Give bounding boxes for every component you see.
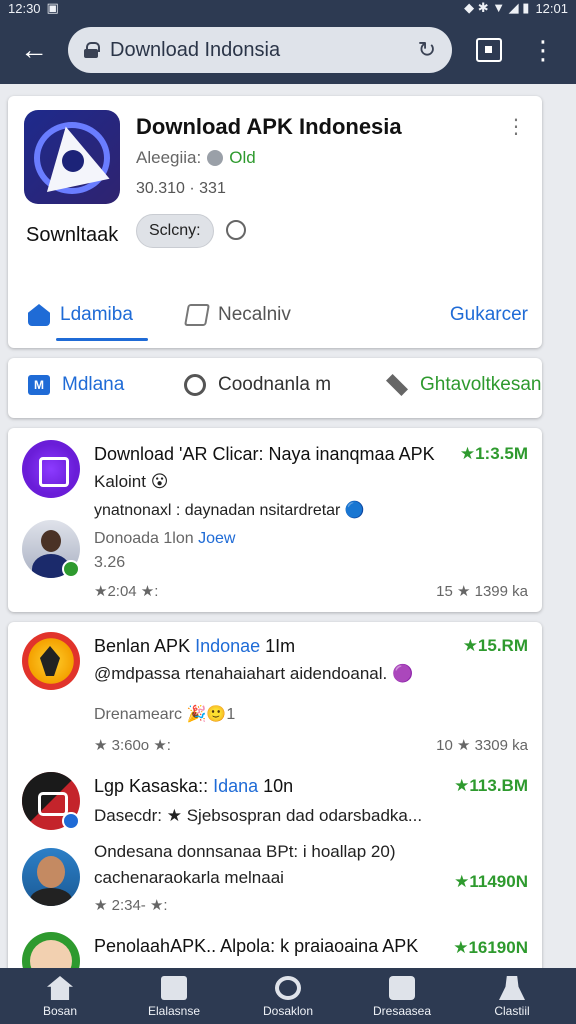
item-size: ★11490N bbox=[454, 872, 528, 891]
item-line: Kaloint 😮 bbox=[94, 472, 169, 491]
app-icon bbox=[22, 632, 80, 690]
status-clock-right: 12:01 bbox=[535, 0, 568, 16]
developer-label: Aleegiia: bbox=[136, 148, 202, 167]
tab-label: Necalniv bbox=[218, 304, 291, 325]
item-size: ★113.BM bbox=[454, 776, 528, 795]
result-card-2: Benlan APK Indonae 1Im ★15.RM @mdpassa r… bbox=[8, 622, 542, 1022]
home-icon bbox=[28, 304, 50, 326]
app-logo bbox=[24, 110, 120, 204]
category-label: Ghtavoltkesan bbox=[420, 374, 542, 395]
back-arrow-icon[interactable]: ← bbox=[16, 32, 52, 68]
item-line: Ondesana donnsanaa BPt: i hoallap 20) bbox=[94, 842, 396, 861]
item-line: Dasecdr: ★ Sjebsospran dad odarsbadka... bbox=[94, 806, 423, 825]
globe-icon[interactable] bbox=[226, 220, 246, 240]
category-strip: M Mdlana Coodnanla m Ghtavoltkesan bbox=[8, 358, 542, 418]
edit-icon bbox=[184, 304, 210, 326]
lock-icon bbox=[84, 42, 100, 58]
nav-label: Dosaklon bbox=[262, 1004, 314, 1018]
nav-account[interactable]: Clastiil bbox=[462, 976, 562, 1018]
item-meta-right: 15 ★ 1399 ka bbox=[436, 583, 528, 600]
category-label: Coodnanla m bbox=[218, 374, 332, 395]
download-icon bbox=[275, 976, 301, 1000]
nav-updates[interactable]: Dresaasea bbox=[352, 976, 452, 1018]
item-title-highlight: Idana bbox=[213, 776, 259, 796]
bottom-navigation: Bosan Elalasnse Dosaklon Dresaasea Clast… bbox=[0, 968, 576, 1024]
nav-home[interactable]: Bosan bbox=[10, 976, 110, 1018]
item-title: PenolaahAPK.. Alpola: k praiaoaina APK bbox=[94, 936, 419, 956]
url-text: Download Indonsia bbox=[110, 38, 281, 61]
verified-icon bbox=[207, 150, 224, 166]
nav-label: Elalasnse bbox=[147, 1004, 201, 1018]
overflow-menu-icon[interactable]: ⋮ bbox=[530, 37, 556, 63]
updates-icon bbox=[389, 976, 415, 1000]
item-subtitle: Donoada 1lon Joew bbox=[94, 530, 235, 548]
item-size: ★15.RM bbox=[462, 636, 528, 655]
item-line: @mdpassa rtenahaiahart aidendoanal. 🟣 bbox=[94, 664, 414, 683]
item-title: Lgp Kasaska:: Idana 10n bbox=[94, 776, 293, 797]
item-meta-left: ★ 3:60o ★: bbox=[94, 737, 171, 754]
item-title-part: 1Im bbox=[260, 636, 296, 656]
reload-icon[interactable]: ↻ bbox=[418, 37, 436, 63]
app-subtitle: Sownltaak bbox=[26, 224, 119, 246]
nav-categories[interactable]: Elalasnse bbox=[124, 976, 224, 1018]
item-title: Download 'AR Clicar: Naya inanqmaa APK bbox=[94, 444, 435, 464]
active-tab-indicator bbox=[56, 338, 148, 341]
result-card-1[interactable]: Download 'AR Clicar: Naya inanqmaa APK ★… bbox=[8, 428, 542, 612]
app-header-card: Download APK Indonesia ⋮ Aleegiia: Old 3… bbox=[8, 96, 542, 348]
item-version: 3.26 bbox=[94, 554, 126, 571]
notification-icon: ▣ bbox=[46, 0, 59, 15]
category-chip[interactable]: Sclcny: bbox=[136, 214, 214, 248]
item-title-part: 10n bbox=[258, 776, 294, 796]
verified-badge-icon bbox=[62, 560, 80, 578]
item-subtitle: Drenamearc 🎉🙂1 bbox=[94, 706, 236, 723]
item-size: ★1:3.5M bbox=[459, 444, 528, 463]
tab-switcher-icon[interactable] bbox=[476, 38, 502, 62]
item-line: cachenaraokarla melnaai bbox=[94, 868, 284, 887]
tab-bar: Ldamiba Necalniv Gukarcer bbox=[8, 296, 542, 341]
item-meta-left: ★ 2:34- ★: bbox=[94, 897, 168, 914]
avatar bbox=[22, 848, 80, 906]
item-title-highlight: Indonae bbox=[195, 636, 261, 656]
item-title-part: Lgp Kasaska:: bbox=[94, 776, 214, 796]
url-bar[interactable]: Download Indonsia ↻ bbox=[68, 27, 452, 73]
tab-reviews[interactable]: Necalniv bbox=[184, 304, 291, 326]
user-icon bbox=[499, 976, 525, 1000]
developer-value: Old bbox=[229, 148, 256, 167]
item-title: Benlan APK Indonae 1Im bbox=[94, 636, 295, 657]
tab-home[interactable]: Ldamiba bbox=[28, 304, 133, 326]
item-title-part: Benlan APK bbox=[94, 636, 196, 656]
item-tag: Joew bbox=[198, 530, 236, 547]
status-bar: 12:30 ▣ ◆ ✱ ▼ ◢ ▮ 12:01 bbox=[0, 0, 576, 16]
status-time: 12:30 bbox=[8, 0, 41, 16]
browser-toolbar: ← Download Indonsia ↻ ⋮ bbox=[0, 16, 576, 84]
tab-more[interactable]: Gukarcer bbox=[450, 304, 528, 326]
item-meta-left: ★2:04 ★: bbox=[94, 583, 159, 600]
home-icon bbox=[47, 976, 73, 1000]
tab-label: Ldamiba bbox=[60, 304, 133, 325]
verified-badge-icon bbox=[62, 812, 80, 830]
app-category-icon: M bbox=[28, 375, 50, 395]
nav-downloads[interactable]: Dosaklon bbox=[238, 976, 338, 1018]
category-item-3[interactable]: Ghtavoltkesan bbox=[386, 374, 541, 396]
tab-label: Gukarcer bbox=[449, 304, 528, 325]
card-menu-icon[interactable]: ⋮ bbox=[506, 114, 526, 139]
tools-icon bbox=[386, 374, 408, 396]
nav-label: Dresaasea bbox=[372, 1004, 432, 1018]
nav-label: Bosan bbox=[42, 1004, 78, 1018]
item-size: ★16190N bbox=[453, 938, 528, 957]
item-sub-text: Donoada 1lon bbox=[94, 530, 194, 547]
app-icon bbox=[22, 440, 80, 498]
category-label: Mdlana bbox=[62, 374, 125, 395]
item-line: ynatnonaxl : daynadan nsitardretar 🔵 bbox=[94, 502, 365, 519]
category-item-2[interactable]: Coodnanla m bbox=[184, 374, 331, 396]
app-stats: 30.310 · 331 bbox=[136, 180, 226, 197]
app-developer: Aleegiia: Old bbox=[136, 148, 256, 168]
category-item-1[interactable]: M Mdlana bbox=[28, 374, 124, 396]
app-title: Download APK Indonesia bbox=[136, 114, 402, 139]
search-icon bbox=[184, 374, 206, 396]
nav-label: Clastiil bbox=[494, 1004, 530, 1018]
signal-icons: ◆ ✱ ▼ ◢ ▮ bbox=[464, 0, 530, 15]
document-icon bbox=[161, 976, 187, 1000]
item-meta-right: 10 ★ 3309 ka bbox=[436, 737, 528, 754]
